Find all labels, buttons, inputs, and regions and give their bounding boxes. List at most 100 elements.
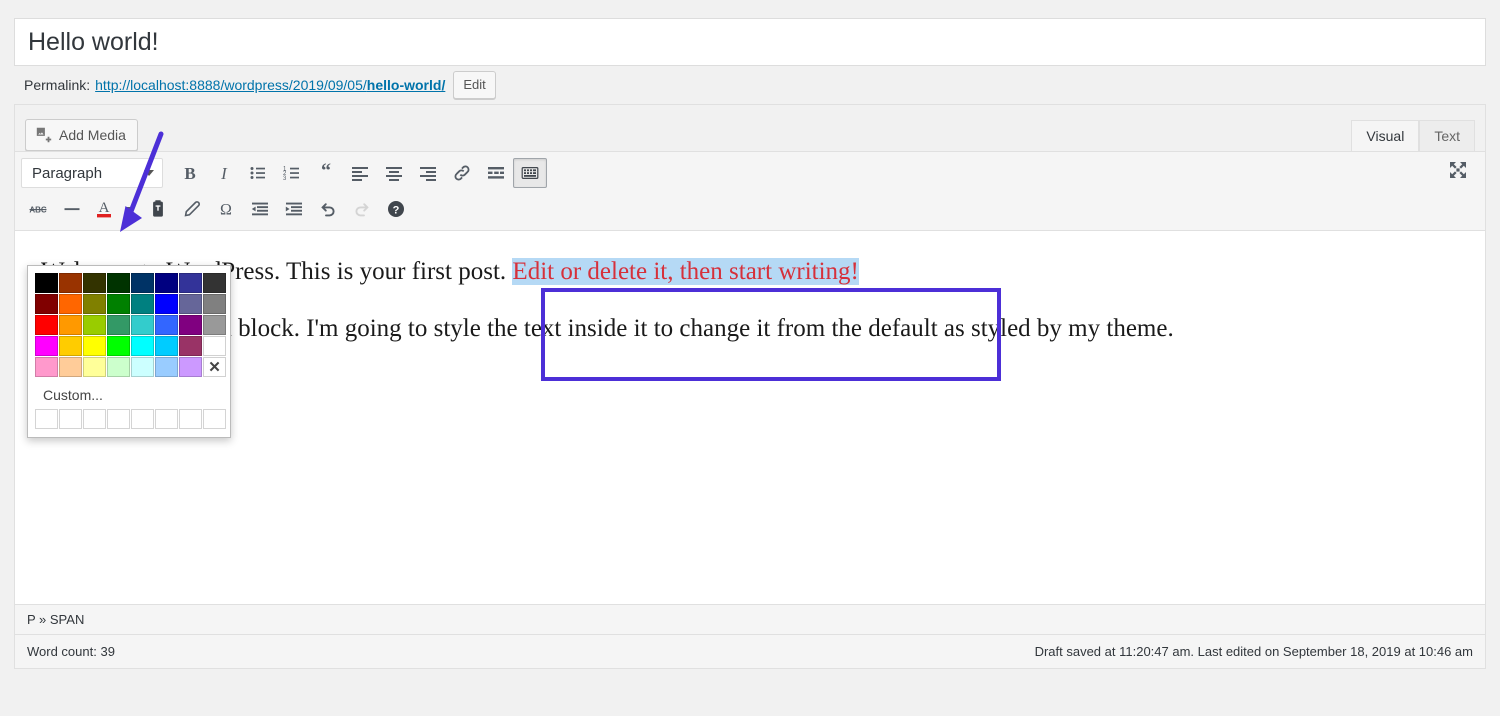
text-color-button[interactable]: A — [89, 194, 119, 224]
align-left-button[interactable] — [343, 158, 377, 188]
color-swatch[interactable] — [203, 273, 226, 293]
color-swatch[interactable] — [83, 315, 106, 335]
color-swatch[interactable] — [35, 315, 58, 335]
color-swatch[interactable] — [155, 294, 178, 314]
word-count: Word count: 39 — [27, 644, 115, 659]
link-button[interactable] — [445, 158, 479, 188]
color-swatch[interactable] — [35, 294, 58, 314]
color-swatch[interactable] — [83, 294, 106, 314]
text-color-dropdown-button[interactable] — [119, 194, 141, 224]
paste-as-text-button[interactable] — [141, 194, 175, 224]
align-right-button[interactable] — [411, 158, 445, 188]
align-center-button[interactable] — [377, 158, 411, 188]
bold-button[interactable]: B — [173, 158, 207, 188]
text-color-picker-popup[interactable]: ✕ Custom... — [27, 265, 231, 438]
custom-color-swatch[interactable] — [155, 409, 178, 429]
post-title-input[interactable] — [25, 27, 1475, 57]
tab-text[interactable]: Text — [1419, 120, 1475, 152]
color-swatch[interactable] — [83, 357, 106, 377]
bulleted-list-button[interactable] — [241, 158, 275, 188]
tab-visual[interactable]: Visual — [1351, 120, 1419, 152]
custom-color-swatch[interactable] — [107, 409, 130, 429]
color-swatch[interactable] — [107, 273, 130, 293]
color-swatch[interactable] — [203, 336, 226, 356]
post-title-field[interactable] — [14, 18, 1486, 66]
paragraph-1[interactable]: Welcome to WordPress. This is your first… — [41, 253, 1459, 292]
element-path: P » SPAN — [27, 612, 84, 627]
color-swatch[interactable] — [131, 315, 154, 335]
editor-content-area[interactable]: Welcome to WordPress. This is your first… — [15, 230, 1485, 604]
color-swatch[interactable] — [155, 315, 178, 335]
color-swatch[interactable] — [35, 357, 58, 377]
color-swatch[interactable] — [179, 273, 202, 293]
color-swatch[interactable] — [131, 357, 154, 377]
color-swatch[interactable] — [59, 357, 82, 377]
add-media-label: Add Media — [59, 127, 126, 143]
color-swatch[interactable] — [179, 294, 202, 314]
element-path-bar: P » SPAN — [15, 604, 1485, 634]
edit-permalink-button[interactable]: Edit — [453, 71, 495, 100]
color-swatch[interactable] — [179, 357, 202, 377]
distraction-free-writing-button[interactable] — [1441, 156, 1475, 186]
permalink-url-prefix: http://localhost:8888/wordpress/2019/09/… — [95, 77, 367, 93]
permalink-url[interactable]: http://localhost:8888/wordpress/2019/09/… — [95, 77, 445, 93]
color-swatch[interactable] — [155, 336, 178, 356]
color-swatch[interactable] — [59, 315, 82, 335]
keyboard-shortcuts-button[interactable]: ? — [379, 194, 413, 224]
paragraph-2[interactable]: This is a paragraph block. I'm going to … — [41, 310, 1459, 349]
color-swatch[interactable] — [107, 357, 130, 377]
strikethrough-button[interactable]: ABC — [21, 194, 55, 224]
color-swatch[interactable] — [179, 315, 202, 335]
custom-color-label[interactable]: Custom... — [34, 377, 224, 409]
custom-color-swatch[interactable] — [179, 409, 202, 429]
decrease-indent-button[interactable] — [243, 194, 277, 224]
color-swatch[interactable] — [155, 273, 178, 293]
svg-text:3: 3 — [283, 176, 287, 182]
color-swatch[interactable] — [131, 336, 154, 356]
format-select[interactable]: Paragraph — [21, 158, 163, 188]
color-swatch[interactable] — [35, 273, 58, 293]
horizontal-line-button[interactable] — [55, 194, 89, 224]
undo-button[interactable] — [311, 194, 345, 224]
editor-mode-tabs: Visual Text — [1351, 119, 1475, 151]
chevron-down-icon — [144, 170, 154, 176]
svg-text:A: A — [99, 200, 110, 216]
color-swatch[interactable] — [131, 294, 154, 314]
color-swatch[interactable] — [59, 294, 82, 314]
color-swatch[interactable] — [35, 336, 58, 356]
custom-color-swatch[interactable] — [59, 409, 82, 429]
color-swatch[interactable] — [83, 273, 106, 293]
italic-button[interactable]: I — [207, 158, 241, 188]
numbered-list-button[interactable]: 1 2 3 — [275, 158, 309, 188]
increase-indent-button[interactable] — [277, 194, 311, 224]
special-character-button[interactable]: Ω — [209, 194, 243, 224]
read-more-button[interactable] — [479, 158, 513, 188]
format-select-value: Paragraph — [32, 165, 102, 182]
no-color-swatch[interactable]: ✕ — [203, 357, 226, 377]
color-swatch[interactable] — [179, 336, 202, 356]
color-swatch[interactable] — [107, 294, 130, 314]
svg-text:?: ? — [393, 205, 400, 217]
clear-formatting-button[interactable] — [175, 194, 209, 224]
color-swatch[interactable] — [107, 336, 130, 356]
color-swatch[interactable] — [203, 294, 226, 314]
post-body[interactable]: Welcome to WordPress. This is your first… — [41, 253, 1459, 349]
chevron-down-icon — [124, 203, 136, 215]
add-media-button[interactable]: Add Media — [25, 119, 138, 151]
color-swatch[interactable] — [131, 273, 154, 293]
color-swatch[interactable] — [155, 357, 178, 377]
color-swatch[interactable] — [107, 315, 130, 335]
color-swatch[interactable] — [59, 336, 82, 356]
toolbar-toggle-button[interactable] — [513, 158, 547, 188]
custom-color-swatch[interactable] — [131, 409, 154, 429]
custom-color-swatch[interactable] — [35, 409, 58, 429]
blockquote-button[interactable]: “ — [309, 158, 343, 188]
color-swatch[interactable] — [203, 315, 226, 335]
editor-container: Add Media Visual Text Paragraph B I — [14, 104, 1486, 669]
color-swatch[interactable] — [83, 336, 106, 356]
svg-text:“: “ — [321, 163, 331, 182]
custom-color-swatch[interactable] — [203, 409, 226, 429]
custom-color-swatch[interactable] — [83, 409, 106, 429]
color-swatch[interactable] — [59, 273, 82, 293]
redo-button[interactable] — [345, 194, 379, 224]
